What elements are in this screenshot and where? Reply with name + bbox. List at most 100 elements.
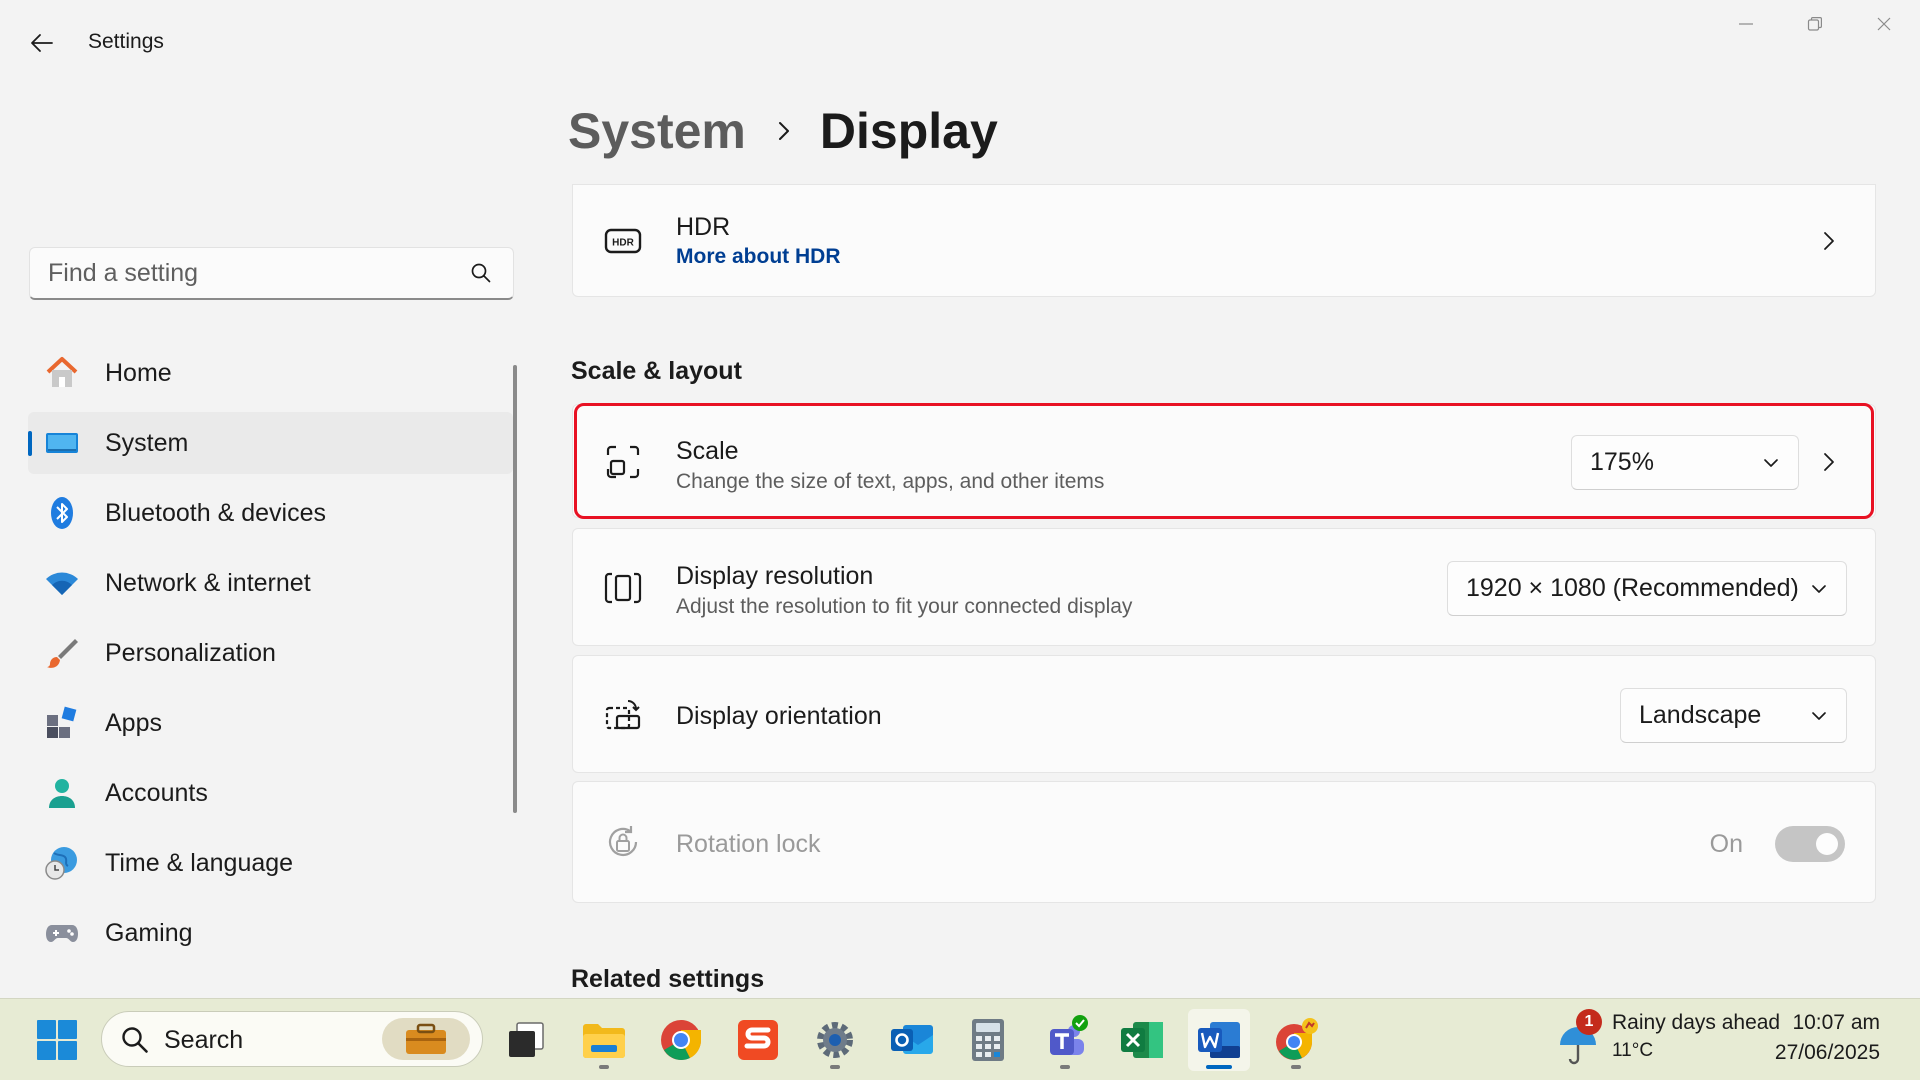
sidebar-item-gaming[interactable]: Gaming <box>28 902 513 964</box>
sidebar-item-label: Bluetooth & devices <box>105 498 326 527</box>
section-header-related-settings: Related settings <box>571 965 765 993</box>
rotation-lock-toggle[interactable] <box>1775 826 1845 862</box>
calculator-button[interactable] <box>957 1009 1019 1071</box>
s-app-button[interactable] <box>727 1009 789 1071</box>
gear-icon <box>817 1022 853 1058</box>
clock-date: 27/06/2025 <box>1774 1041 1880 1064</box>
scale-title: Scale <box>676 437 739 465</box>
close-button[interactable] <box>1850 4 1918 44</box>
resolution-icon <box>603 568 643 608</box>
sidebar-item-label: Accounts <box>105 778 208 807</box>
sidebar-item-time-language[interactable]: Time & language <box>28 832 513 894</box>
running-indicator <box>599 1065 609 1069</box>
sidebar-item-label: Gaming <box>105 918 193 947</box>
chrome-button[interactable] <box>650 1009 712 1071</box>
sidebar-item-home[interactable]: Home <box>28 342 513 404</box>
teams-button[interactable] <box>1034 1009 1096 1071</box>
find-setting-search[interactable] <box>29 247 514 300</box>
file-explorer-button[interactable] <box>573 1009 635 1071</box>
minimize-icon <box>1739 23 1753 25</box>
system-icon <box>44 425 80 461</box>
sidebar-item-label: System <box>105 428 189 457</box>
excel-button[interactable] <box>1111 1009 1173 1071</box>
briefcase-icon <box>382 1018 470 1060</box>
sidebar-item-label: Time & language <box>105 848 294 877</box>
chevron-down-icon <box>1810 580 1828 603</box>
title-bar: Settings <box>0 0 1920 84</box>
breadcrumb-parent[interactable]: System <box>568 102 746 160</box>
rotation-lock-icon <box>603 822 643 862</box>
sidebar-item-accounts[interactable]: Accounts <box>28 762 513 824</box>
person-icon <box>44 775 80 811</box>
taskbar: Search 1 Rainy days ahead 11°C 10:07 am … <box>0 998 1920 1080</box>
start-button[interactable] <box>26 1009 88 1071</box>
back-button[interactable] <box>20 24 64 62</box>
hdr-card[interactable]: HDR HDR More about HDR <box>572 184 1876 297</box>
app-title: Settings <box>88 30 164 53</box>
orientation-dropdown[interactable]: Landscape <box>1620 688 1847 743</box>
hdr-title: HDR <box>676 213 731 241</box>
chevron-down-icon <box>1810 707 1828 730</box>
maximize-button[interactable] <box>1781 4 1849 44</box>
clock-time: 10:07 am <box>1792 1011 1880 1034</box>
weather-temperature: 11°C <box>1612 1040 1654 1061</box>
sidebar-item-apps[interactable]: Apps <box>28 692 513 754</box>
running-indicator <box>830 1065 840 1069</box>
display-orientation-card[interactable]: Display orientation Landscape <box>572 655 1876 773</box>
chrome-profile-button[interactable] <box>1265 1009 1327 1071</box>
active-indicator <box>1206 1065 1232 1069</box>
search-input[interactable] <box>30 258 450 288</box>
taskbar-search[interactable]: Search <box>101 1011 483 1067</box>
word-button[interactable] <box>1188 1009 1250 1071</box>
sidebar-item-label: Personalization <box>105 638 276 667</box>
display-resolution-card[interactable]: Display resolution Adjust the resolution… <box>572 528 1876 646</box>
resolution-title: Display resolution <box>676 562 874 590</box>
sidebar-item-label: Network & internet <box>105 568 311 597</box>
gamepad-icon <box>44 915 80 951</box>
sidebar-item-network[interactable]: Network & internet <box>28 552 513 614</box>
sidebar-nav: Home System Bluetooth & devices Network … <box>28 342 513 972</box>
restore-icon <box>1807 17 1822 31</box>
chrome-profile-icon <box>1276 1018 1318 1060</box>
page-title: Display <box>819 103 998 159</box>
outlook-icon <box>891 1025 933 1054</box>
excel-icon <box>1121 1022 1163 1058</box>
settings-app-button[interactable] <box>804 1009 866 1071</box>
svg-text:HDR: HDR <box>612 238 634 249</box>
rotation-lock-state: On <box>1709 830 1743 858</box>
globe-clock-icon <box>44 845 80 881</box>
minimize-button[interactable] <box>1712 4 1780 44</box>
resolution-dropdown[interactable]: 1920 × 1080 (Recommended) <box>1447 561 1847 616</box>
weather-badge: 1 <box>1576 1009 1602 1035</box>
scale-dropdown[interactable]: 175% <box>1571 435 1799 490</box>
scale-card[interactable]: Scale Change the size of text, apps, and… <box>572 404 1876 518</box>
sidebar-scrollbar[interactable] <box>513 365 517 813</box>
chevron-right-icon[interactable] <box>1817 229 1841 253</box>
sidebar-item-system[interactable]: System <box>28 412 513 474</box>
running-indicator <box>1291 1065 1301 1069</box>
rotation-lock-title: Rotation lock <box>676 830 821 858</box>
orientation-value: Landscape <box>1639 701 1762 729</box>
sidebar-item-personalization[interactable]: Personalization <box>28 622 513 684</box>
scale-value: 175% <box>1590 448 1654 476</box>
chevron-right-icon[interactable] <box>1817 450 1841 474</box>
sidebar-item-bluetooth[interactable]: Bluetooth & devices <box>28 482 513 544</box>
breadcrumb-separator-icon <box>776 120 792 142</box>
section-header-scale-layout: Scale & layout <box>571 357 742 385</box>
search-icon <box>122 1027 148 1053</box>
scale-subtitle: Change the size of text, apps, and other… <box>676 470 1105 493</box>
home-icon <box>44 355 80 391</box>
breadcrumb: System Display <box>568 96 998 166</box>
brush-icon <box>44 635 80 671</box>
outlook-button[interactable] <box>881 1009 943 1071</box>
more-about-hdr-link[interactable]: More about HDR <box>676 245 841 269</box>
sidebar-item-label: Home <box>105 358 172 387</box>
task-view-button[interactable] <box>495 1009 557 1071</box>
wifi-icon <box>44 565 80 601</box>
s-app-icon <box>738 1020 778 1060</box>
clock[interactable]: 10:07 am 27/06/2025 <box>1775 1011 1880 1065</box>
rotation-lock-card: Rotation lock On <box>572 781 1876 903</box>
weather-widget[interactable]: 1 Rainy days ahead 11°C <box>1556 1009 1792 1071</box>
chrome-icon <box>661 1020 702 1060</box>
toggle-knob <box>1816 833 1838 855</box>
